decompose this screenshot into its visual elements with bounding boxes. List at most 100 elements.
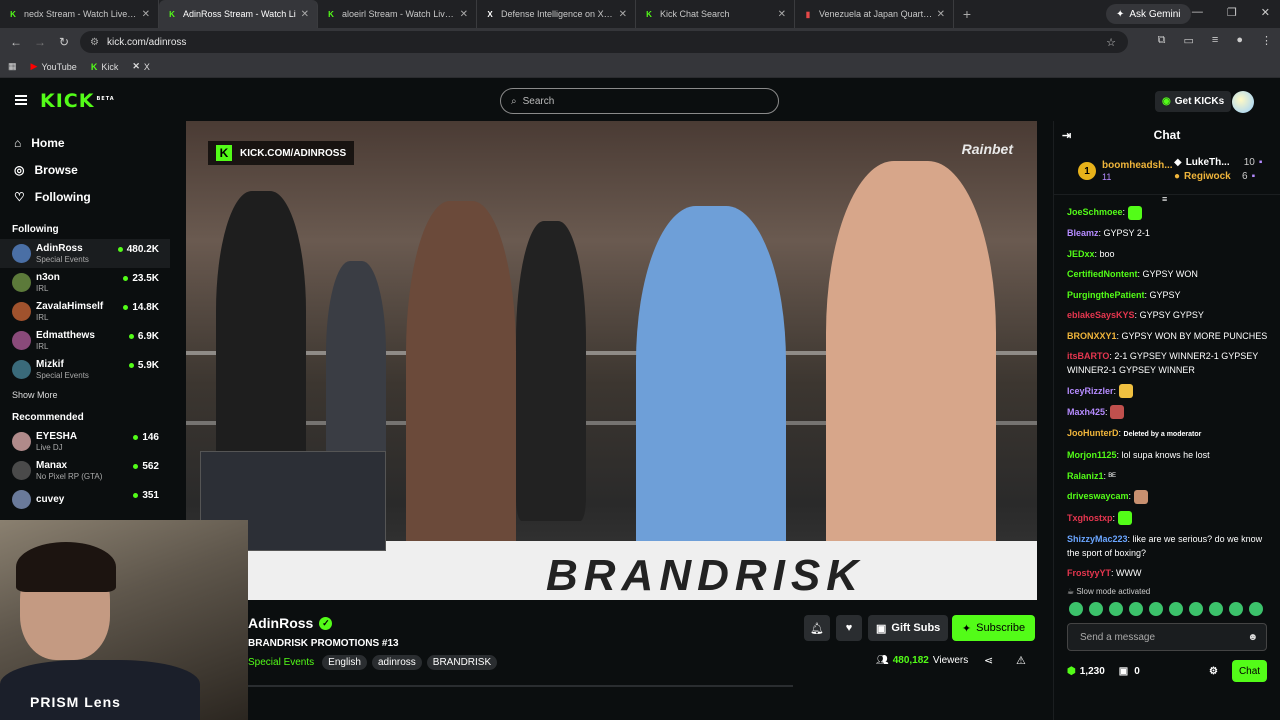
emoji-icon[interactable]: ☻ [1247, 632, 1258, 643]
channel-points[interactable]: ⬢ 1,230 [1067, 666, 1105, 677]
tag[interactable]: English [322, 655, 367, 670]
browser-tab[interactable]: ▮ Venezuela at Japan Quarterfin ✕ [795, 0, 954, 28]
nav-browse[interactable]: ◎ Browse [0, 156, 170, 183]
page-scrollbar[interactable] [248, 685, 793, 687]
url-input[interactable]: ⚙ kick.com/adinross ☆ [80, 31, 1128, 53]
emote-button[interactable] [1229, 602, 1243, 616]
emote-button[interactable] [1189, 602, 1203, 616]
bookmark-x[interactable]: ✕ X [132, 61, 150, 72]
show-more-link[interactable]: Show More [0, 390, 170, 400]
chat-username[interactable]: Morjon1125 [1067, 450, 1117, 460]
chat-username[interactable]: Bleamz [1067, 228, 1099, 238]
chat-settings-icon[interactable]: ⚙ [1209, 666, 1218, 677]
emote-button[interactable] [1109, 602, 1123, 616]
send-chat-button[interactable]: Chat [1232, 660, 1267, 682]
close-tab-icon[interactable]: ✕ [619, 9, 627, 20]
new-tab-icon[interactable]: + [954, 6, 980, 22]
get-kicks-button[interactable]: ◉ Get KICKs [1155, 91, 1232, 112]
collapse-chat-icon[interactable]: ⇥ [1062, 129, 1071, 142]
chat-username[interactable]: itsBARTO [1067, 351, 1109, 361]
video-player[interactable]: BRANDRISK K KICK.COM/ADINROSS Rainbet [186, 121, 1037, 600]
emote-button[interactable] [1129, 602, 1143, 616]
sidebar-channel[interactable]: Mizkif Special Events 5.9K [0, 355, 170, 384]
bookmark-kick[interactable]: K Kick [91, 62, 119, 72]
chat-username[interactable]: eblakeSaysKYS [1067, 310, 1135, 320]
gift-balance[interactable]: ▣ 0 [1119, 666, 1140, 677]
expand-gifters-icon[interactable]: ≡ [1162, 194, 1167, 204]
forward-icon[interactable]: → [28, 35, 52, 49]
chat-username[interactable]: JoeSchmoee [1067, 207, 1123, 217]
chat-username[interactable]: JEDxx [1067, 249, 1095, 259]
top-gifter[interactable]: 1 boomheadsh... 11 [1078, 160, 1173, 182]
sidebar-channel[interactable]: Edmatthews IRL 6.9K [0, 326, 170, 355]
browser-tab[interactable]: Knedx Stream - Watch Live on Ki ✕ [0, 0, 159, 28]
bookmark-youtube[interactable]: ▶ YouTube [31, 61, 77, 72]
browser-tab[interactable]: X Defense Intelligence on X: "Bu ✕ [477, 0, 636, 28]
follow-button[interactable]: ♥ [836, 615, 862, 641]
tag[interactable]: adinross [371, 655, 422, 670]
chat-username[interactable]: FrostyyYT [1067, 568, 1111, 578]
profile-icon[interactable]: ● [1236, 34, 1243, 47]
extensions-icon[interactable]: ⧉ [1158, 34, 1166, 47]
apps-icon[interactable]: ▦ [8, 61, 17, 72]
nav-following[interactable]: ♡ Following [0, 183, 170, 210]
close-tab-icon[interactable]: ✕ [142, 9, 150, 20]
reload-icon[interactable]: ↻ [52, 35, 76, 49]
chat-username[interactable]: ShizzyMac223 [1067, 534, 1128, 544]
chat-message-input[interactable]: Send a message ☻ [1067, 623, 1267, 651]
chat-username[interactable]: IceyRizzler [1067, 386, 1114, 396]
sidebar-channel[interactable]: cuvey 351 [0, 485, 170, 514]
gifter-row[interactable]: ● Regiwock 6 ▪ [1174, 170, 1262, 184]
emote-button[interactable] [1149, 602, 1163, 616]
browser-tab[interactable]: K Kick Chat Search ✕ [636, 0, 795, 28]
emote-button[interactable] [1089, 602, 1103, 616]
share-icon[interactable]: ⋖ [984, 654, 993, 667]
site-info-icon[interactable]: ⚙ [90, 37, 99, 48]
close-tab-icon[interactable]: ✕ [301, 9, 309, 20]
ask-gemini-button[interactable]: ✦ Ask Gemini [1106, 4, 1191, 24]
sidebar-channel[interactable]: EYESHA Live DJ 146 [0, 427, 170, 456]
kick-logo[interactable]: KICK BETA [40, 90, 115, 112]
sidebar-channel[interactable]: ZavalaHimself IRL 14.8K [0, 297, 170, 326]
emote-button[interactable] [1069, 602, 1083, 616]
sidebar-channel[interactable]: n3on IRL 23.5K [0, 268, 170, 297]
chat-username[interactable]: driveswaycam [1067, 491, 1129, 501]
back-icon[interactable]: ← [4, 35, 28, 49]
gift-subs-button[interactable]: ▣ Gift Subs [868, 615, 949, 641]
hamburger-menu-icon[interactable] [15, 95, 27, 105]
emote-button[interactable] [1209, 602, 1223, 616]
cast-icon[interactable]: ▭ [1184, 34, 1194, 47]
close-window-icon[interactable]: ✕ [1261, 6, 1270, 19]
sidebar-channel[interactable]: Manax No Pixel RP (GTA) 562 [0, 456, 170, 485]
category-link[interactable]: Special Events [248, 657, 314, 668]
minimize-icon[interactable]: — [1192, 6, 1203, 19]
maximize-icon[interactable]: ❐ [1227, 6, 1237, 19]
nav-home[interactable]: ⌂ Home [0, 129, 170, 156]
chat-username[interactable]: Txghostxp [1067, 513, 1113, 523]
chat-username[interactable]: JooHunterD [1067, 428, 1119, 438]
chat-username[interactable]: PurgingthePatient [1067, 290, 1145, 300]
browser-tab[interactable]: Kaloeirl Stream - Watch Live on K ✕ [318, 0, 477, 28]
emote-button[interactable] [1169, 602, 1183, 616]
bookmark-star-icon[interactable]: ☆ [1106, 36, 1116, 49]
close-tab-icon[interactable]: ✕ [460, 9, 468, 20]
user-avatar[interactable] [1232, 91, 1254, 113]
streamer-name[interactable]: AdinRoss ✓ [248, 615, 333, 631]
menu-icon[interactable]: ⋮ [1261, 34, 1272, 47]
subscribe-button[interactable]: ✦ Subscribe [952, 615, 1035, 641]
chat-username[interactable]: Maxh425 [1067, 407, 1105, 417]
media-icon[interactable]: ≡ [1212, 34, 1218, 47]
close-tab-icon[interactable]: ✕ [778, 9, 786, 20]
browser-tab[interactable]: K AdinRoss Stream - Watch Li ✕ [159, 0, 318, 28]
notification-bell-button[interactable]: 🔔︎ [804, 615, 830, 641]
search-input[interactable]: ⌕ Search [500, 88, 779, 114]
tag[interactable]: BRANDRISK [426, 655, 498, 670]
chat-username[interactable]: CertifiedNontent [1067, 269, 1138, 279]
sidebar-channel[interactable]: AdinRoss Special Events 480.2K [0, 239, 170, 268]
chat-username[interactable]: BRONXXY1 [1067, 331, 1117, 341]
chat-username[interactable]: Ralaniz1 [1067, 471, 1104, 481]
gifter-row[interactable]: ◆ LukeTh... 10 ▪ [1174, 156, 1262, 170]
report-icon[interactable]: ⚠ [1016, 654, 1026, 667]
close-tab-icon[interactable]: ✕ [937, 9, 945, 20]
emote-button[interactable] [1249, 602, 1263, 616]
